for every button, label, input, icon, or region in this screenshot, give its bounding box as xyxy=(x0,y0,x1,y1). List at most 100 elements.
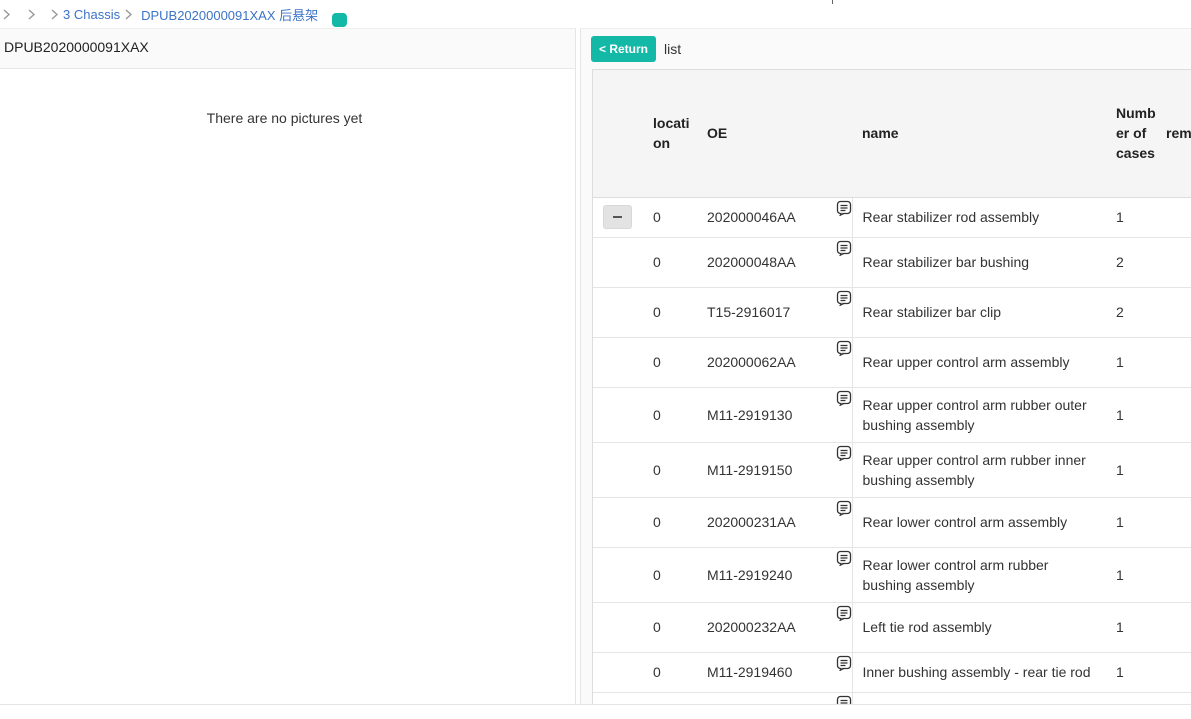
expand-cell xyxy=(593,287,643,338)
expand-cell xyxy=(593,387,643,443)
count-cell: 1 xyxy=(1106,442,1156,498)
column-header-oe[interactable]: OE xyxy=(697,70,852,198)
breadcrumb-item-current[interactable]: DPUB2020000091XAX 后悬架 xyxy=(141,5,318,24)
count-cell: 1 xyxy=(1106,387,1156,443)
name-cell: Left tie rod assembly xyxy=(852,602,1106,653)
parts-table-container[interactable]: location OE name Number of cases rem 0 20… xyxy=(592,69,1191,705)
remark-cell xyxy=(1156,547,1191,603)
count-cell: 1 xyxy=(1106,652,1156,693)
name-cell: Rear upper control arm rubber inner bush… xyxy=(852,442,1106,498)
table-row[interactable]: 0 202000062AA Rear upper control arm assem… xyxy=(593,337,1191,388)
divider xyxy=(832,0,833,4)
location-cell: 0 xyxy=(643,442,697,498)
minus-icon xyxy=(613,216,622,218)
location-cell: 0 xyxy=(643,337,697,388)
count-cell: 1 xyxy=(1106,337,1156,388)
location-cell: 0 xyxy=(643,197,697,238)
oe-cell: 202000231AA xyxy=(697,497,853,548)
location-cell: 0 xyxy=(643,387,697,443)
remark-cell xyxy=(1156,442,1191,498)
table-row[interactable]: 0 202000232AA Left tie rod assembly 1 xyxy=(593,602,1191,653)
parts-list-panel: < Return list location OE name Number of… xyxy=(580,28,1191,705)
status-badge xyxy=(332,13,348,27)
remark-cell xyxy=(1156,602,1191,653)
note-icon[interactable] xyxy=(836,550,852,567)
table-row[interactable]: 0 M11-2919240 Rear lower control arm rubbe… xyxy=(593,547,1191,603)
table-row[interactable]: 0 202000231AA Rear lower control arm assem… xyxy=(593,497,1191,548)
expand-cell xyxy=(593,652,643,693)
name-cell: Inner bushing assembly - rear tie rod xyxy=(852,652,1106,693)
location-cell: 0 xyxy=(643,237,697,288)
table-row[interactable]: 0 M11-2919150 Rear upper control arm rubbe… xyxy=(593,442,1191,498)
oe-cell: M11-2919240 xyxy=(697,547,853,603)
remark-cell xyxy=(1156,387,1191,443)
chevron-right-icon xyxy=(2,8,11,20)
count-cell: 1 xyxy=(1106,497,1156,548)
table-row[interactable]: 0 M11-2919130 Rear upper control arm rubbe… xyxy=(593,387,1191,443)
divider xyxy=(0,704,1191,705)
table-row[interactable]: 0 202000046AA Rear stabilizer rod assembly… xyxy=(593,197,1191,238)
expand-cell xyxy=(593,337,643,388)
remark-cell xyxy=(1156,287,1191,338)
note-icon[interactable] xyxy=(836,500,852,517)
table-row[interactable]: 0 202000048AA Rear stabilizer bar bushing 2 xyxy=(593,237,1191,288)
column-header-name[interactable]: name xyxy=(852,70,1106,198)
count-cell: 1 xyxy=(1106,602,1156,653)
name-cell: Rear lower control arm assembly xyxy=(852,497,1106,548)
breadcrumb-item-chassis[interactable]: 3 Chassis xyxy=(63,7,120,22)
count-cell: 1 xyxy=(1106,547,1156,603)
location-cell: 0 xyxy=(643,287,697,338)
note-icon[interactable] xyxy=(836,240,852,257)
note-icon[interactable] xyxy=(836,200,852,217)
picture-panel: DPUB2020000091XAX There are no pictures … xyxy=(0,28,576,704)
name-cell: Rear stabilizer rod assembly xyxy=(852,197,1106,238)
expand-cell xyxy=(593,197,643,238)
oe-cell: 202000062AA xyxy=(697,337,853,388)
column-header-expand xyxy=(593,70,643,198)
expand-cell xyxy=(593,442,643,498)
note-icon[interactable] xyxy=(836,390,852,407)
parts-table: location OE name Number of cases rem 0 20… xyxy=(593,70,1191,705)
name-cell: Rear stabilizer bar bushing xyxy=(852,237,1106,288)
remark-cell xyxy=(1156,197,1191,238)
chevron-right-icon xyxy=(27,8,36,20)
collapse-button[interactable] xyxy=(603,205,632,229)
column-header-location[interactable]: location xyxy=(643,70,697,198)
chevron-right-icon xyxy=(50,8,59,20)
return-button[interactable]: < Return xyxy=(591,36,657,62)
remark-cell xyxy=(1156,652,1191,693)
count-cell: 2 xyxy=(1106,287,1156,338)
name-cell: Rear upper control arm assembly xyxy=(852,337,1106,388)
remark-cell xyxy=(1156,497,1191,548)
panel-title: list xyxy=(664,41,682,57)
oe-cell: M11-2919130 xyxy=(697,387,853,443)
name-cell: Rear stabilizer bar clip xyxy=(852,287,1106,338)
note-icon[interactable] xyxy=(836,290,852,307)
column-header-remark[interactable]: rem xyxy=(1156,70,1191,198)
oe-cell: T15-2916017 xyxy=(697,287,853,338)
empty-message: There are no pictures yet xyxy=(206,110,363,126)
expand-cell xyxy=(593,547,643,603)
table-row[interactable]: 0 M11-2919460 Inner bushing assembly - rea… xyxy=(593,652,1191,693)
location-cell: 0 xyxy=(643,547,697,603)
remark-cell xyxy=(1156,337,1191,388)
column-header-number-of-cases[interactable]: Number of cases xyxy=(1106,70,1156,198)
chevron-right-icon xyxy=(124,8,133,20)
breadcrumb: 3 Chassis DPUB2020000091XAX 后悬架 xyxy=(0,0,1191,28)
note-icon[interactable] xyxy=(836,340,852,357)
remark-cell xyxy=(1156,237,1191,288)
note-icon[interactable] xyxy=(836,605,852,622)
expand-cell xyxy=(593,237,643,288)
location-cell: 0 xyxy=(643,602,697,653)
name-cell: Rear upper control arm rubber outer bush… xyxy=(852,387,1106,443)
table-header-row: location OE name Number of cases rem xyxy=(593,70,1191,198)
oe-cell: 202000232AA xyxy=(697,602,853,653)
table-row[interactable]: 0 T15-2916017 Rear stabilizer bar clip 2 xyxy=(593,287,1191,338)
count-cell: 1 xyxy=(1106,197,1156,238)
note-icon[interactable] xyxy=(836,655,852,672)
note-icon[interactable] xyxy=(836,445,852,462)
location-cell: 0 xyxy=(643,652,697,693)
expand-cell xyxy=(593,602,643,653)
location-cell: 0 xyxy=(643,497,697,548)
count-cell: 2 xyxy=(1106,237,1156,288)
